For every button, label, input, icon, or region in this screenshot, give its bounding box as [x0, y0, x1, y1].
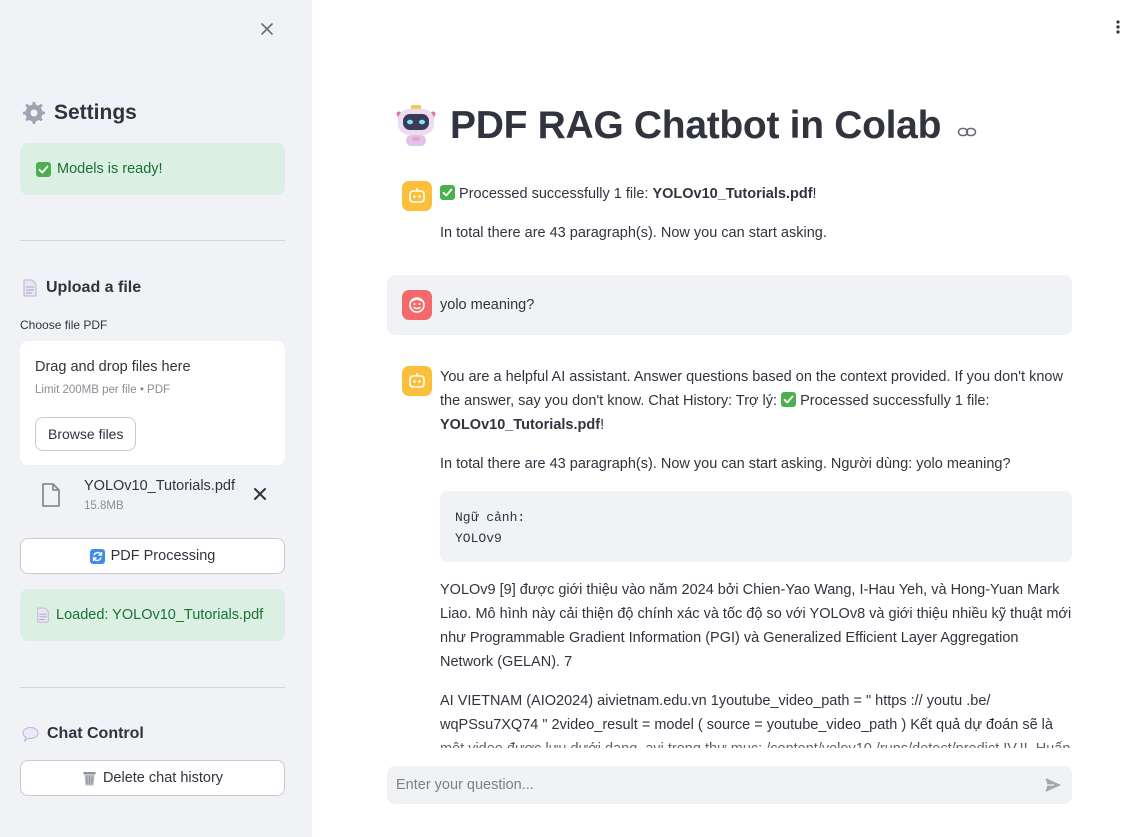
message-filename: YOLOv10_Tutorials.pdf [652, 186, 813, 202]
sidebar: Settings Models is ready! Upload a file … [0, 0, 312, 837]
message-text: ! [600, 417, 605, 433]
loaded-status-text: Loaded: YOLOv10_Tutorials.pdf [56, 607, 264, 623]
document-icon [37, 607, 49, 623]
divider [20, 240, 285, 241]
robot-icon [409, 188, 425, 203]
scroll-fade [387, 740, 1087, 766]
wastebasket-icon [83, 771, 96, 785]
message-text: In total there are 43 paragraph(s). Now … [440, 225, 827, 241]
refresh-icon [89, 548, 105, 564]
face-icon [409, 297, 425, 313]
settings-title: Settings [54, 101, 137, 124]
remove-file-icon[interactable] [252, 486, 268, 502]
delete-chat-history-button[interactable]: Delete chat history [20, 760, 285, 796]
close-sidebar-icon[interactable] [256, 18, 278, 40]
robot-icon [396, 105, 436, 146]
page-title-row: PDF RAG Chatbot in Colab [394, 104, 977, 148]
assistant-avatar [402, 366, 432, 396]
main-content: PDF RAG Chatbot in Colab Processed succe… [312, 0, 1140, 837]
models-status-text: Models is ready! [57, 161, 163, 177]
main-menu-icon[interactable] [1115, 19, 1121, 35]
loaded-file-alert: Loaded: YOLOv10_Tutorials.pdf [20, 589, 285, 641]
message-filename: YOLOv10_Tutorials.pdf [440, 417, 601, 433]
assistant-message: You are a helpful AI assistant. Answer q… [440, 365, 1072, 476]
send-icon[interactable] [1044, 776, 1062, 794]
document-icon [23, 279, 37, 297]
gear-icon [23, 102, 45, 124]
speech-bubble-icon [22, 727, 39, 742]
chat-input-container [387, 766, 1072, 804]
browse-files-button[interactable]: Browse files [35, 417, 137, 451]
models-ready-alert: Models is ready! [20, 143, 285, 195]
chat-control-heading: Chat Control [22, 725, 144, 743]
settings-heading: Settings [22, 101, 137, 125]
chat-control-title: Chat Control [47, 725, 144, 742]
pdf-processing-button[interactable]: PDF Processing [20, 538, 285, 574]
file-dropzone[interactable]: Drag and drop files here Limit 200MB per… [20, 341, 285, 465]
pdf-processing-label: PDF Processing [110, 548, 216, 564]
uploaded-file-name: YOLOv10_Tutorials.pdf [84, 478, 235, 494]
upload-heading: Upload a file [22, 279, 141, 297]
dropzone-title: Drag and drop files here [35, 359, 191, 375]
code-block: Ngữ cảnh: YOLOv9 [440, 491, 1072, 562]
file-icon [42, 483, 60, 507]
message-text: Processed successfully 1 file: [459, 186, 653, 202]
message-text: Processed successfully 1 file: [796, 393, 990, 409]
dropzone-hint: Limit 200MB per file • PDF [35, 384, 171, 396]
chat-input[interactable] [387, 766, 1027, 804]
uploader-label: Choose file PDF [20, 318, 108, 332]
message-text: yolo meaning? [440, 297, 535, 313]
link-icon[interactable] [957, 122, 977, 142]
message-text: In total there are 43 paragraph(s). Now … [440, 456, 1011, 472]
delete-chat-history-label: Delete chat history [102, 770, 224, 786]
uploaded-file-size: 15.8MB [84, 500, 124, 512]
assistant-message: Processed successfully 1 file: YOLOv10_T… [440, 182, 1072, 245]
divider [20, 687, 285, 688]
assistant-avatar [402, 181, 432, 211]
check-box-icon [781, 392, 797, 407]
robot-icon [409, 373, 425, 388]
check-box-icon [36, 161, 51, 177]
message-text: YOLOv9 [9] được giới thiệu vào năm 2024 … [440, 582, 1072, 670]
uploaded-file-item: YOLOv10_Tutorials.pdf 15.8MB [20, 474, 285, 518]
upload-title: Upload a file [46, 279, 142, 296]
message-text: ! [812, 186, 817, 202]
user-avatar [402, 290, 432, 320]
page-title: PDF RAG Chatbot in Colab [450, 104, 942, 147]
check-box-icon [440, 185, 455, 200]
